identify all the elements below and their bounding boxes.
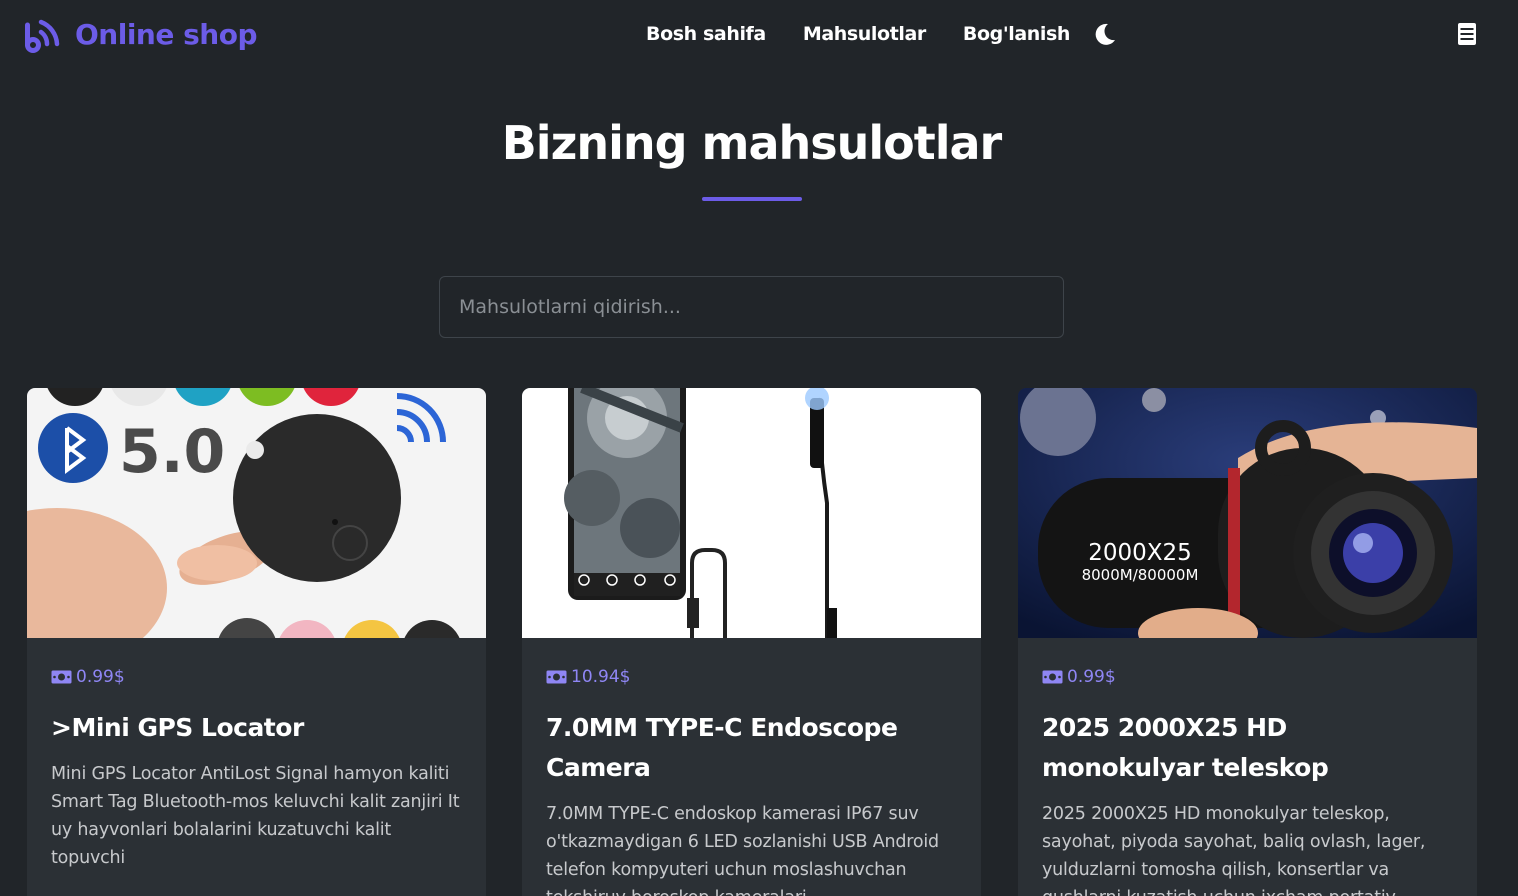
- price-value: 10.94$: [571, 667, 631, 687]
- price-value: 0.99$: [76, 667, 125, 687]
- moon-icon[interactable]: [1094, 22, 1116, 46]
- product-price: 0.99$: [51, 666, 462, 688]
- main-nav: Bosh sahifa Mahsulotlar Bog'lanish: [646, 20, 1116, 48]
- product-card[interactable]: 10.94$ 7.0MM TYPE-C Endoscope Camera 7.0…: [522, 388, 981, 896]
- search-input[interactable]: [439, 276, 1064, 338]
- product-description: 2025 2000X25 HD monokulyar teleskop, say…: [1042, 804, 1426, 896]
- brand-name: Online shop: [75, 17, 257, 51]
- menu-icon[interactable]: [1457, 22, 1477, 46]
- product-description: 7.0MM TYPE-C endoskop kamerasi IP67 suv …: [546, 804, 939, 896]
- money-icon: [51, 670, 72, 684]
- product-description: Mini GPS Locator AntiLost Signal hamyon …: [51, 764, 460, 868]
- product-image: 5.0: [27, 388, 486, 638]
- title-underline: [702, 197, 802, 201]
- nav-products-link[interactable]: Mahsulotlar: [803, 23, 926, 45]
- price-value: 0.99$: [1067, 667, 1116, 687]
- product-image: [522, 388, 981, 638]
- product-price: 10.94$: [546, 666, 957, 688]
- product-title[interactable]: 2025 2000X25 HD monokulyar teleskop: [1042, 708, 1453, 788]
- product-image: 2000X25 8000M/80000M: [1018, 388, 1477, 638]
- product-title[interactable]: >Mini GPS Locator: [51, 708, 462, 748]
- product-price: 0.99$: [1042, 666, 1453, 688]
- money-icon: [546, 670, 567, 684]
- product-card[interactable]: 5.0 0.99$ >Mini GPS Locator Mini GPS Loc…: [27, 388, 486, 896]
- nav-contact-link[interactable]: Bog'lanish: [963, 23, 1071, 45]
- page-title: Bizning mahsulotlar: [501, 116, 1003, 170]
- signal-logo-icon: [25, 19, 60, 53]
- image-version-text: 5.0: [119, 417, 225, 487]
- nav-home-link[interactable]: Bosh sahifa: [646, 23, 766, 45]
- product-card[interactable]: 2000X25 8000M/80000M 0.99$ 2025 2000X25 …: [1018, 388, 1477, 896]
- top-navbar: Online shop Bosh sahifa Mahsulotlar Bog'…: [0, 0, 1518, 68]
- money-icon: [1042, 670, 1063, 684]
- product-title[interactable]: 7.0MM TYPE-C Endoscope Camera: [546, 708, 957, 788]
- image-range-text: 8000M/80000M: [1082, 566, 1199, 584]
- brand-link[interactable]: Online shop: [25, 14, 257, 54]
- image-magnification-text: 2000X25: [1088, 540, 1192, 566]
